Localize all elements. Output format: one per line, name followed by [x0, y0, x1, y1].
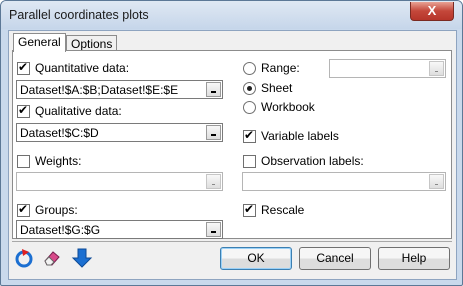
tab-general[interactable]: General: [13, 33, 66, 52]
range-radio[interactable]: [243, 62, 256, 75]
qualitative-data-label: Qualitative data:: [35, 104, 122, 118]
reset-icon: [15, 249, 33, 268]
observation-labels-checkbox[interactable]: [243, 155, 256, 168]
quantitative-data-value: Dataset!$A:$B;Dataset!$E:$E: [20, 83, 179, 97]
dialog-window: Parallel coordinates plots X General Opt…: [0, 0, 463, 286]
ok-button[interactable]: OK: [220, 247, 292, 270]
variable-labels-checkbox[interactable]: [243, 128, 256, 143]
groups-select-button[interactable]: [206, 222, 221, 237]
workbook-radio[interactable]: [243, 101, 256, 114]
sheet-radio[interactable]: [243, 82, 256, 95]
quantitative-data-label: Quantitative data:: [35, 61, 130, 75]
weights-select-button[interactable]: [206, 174, 221, 189]
down-arrow-icon: [71, 248, 93, 268]
groups-checkbox[interactable]: [17, 202, 30, 217]
range-select-button[interactable]: [429, 61, 444, 76]
groups-value: Dataset!$G:$G: [20, 223, 101, 237]
groups-label: Groups:: [35, 203, 78, 217]
qualitative-data-value: Dataset!$C:$D: [20, 126, 99, 140]
variable-labels-label: Variable labels: [261, 129, 339, 143]
quantitative-select-button[interactable]: [206, 82, 221, 97]
quantitative-data-checkbox[interactable]: [17, 60, 30, 75]
rescale-label: Rescale: [261, 203, 305, 217]
title-bar[interactable]: Parallel coordinates plots X: [1, 1, 462, 29]
observation-labels-label: Observation labels:: [261, 154, 364, 168]
range-field[interactable]: [329, 59, 446, 78]
close-button[interactable]: X: [410, 2, 454, 21]
rescale-checkbox[interactable]: [243, 202, 256, 217]
weights-field[interactable]: [16, 172, 223, 191]
cancel-button[interactable]: Cancel: [299, 247, 371, 270]
down-button[interactable]: [71, 247, 93, 269]
eraser-icon: [44, 251, 60, 266]
sheet-label: Sheet: [261, 81, 293, 95]
clear-button[interactable]: [41, 247, 63, 269]
groups-field[interactable]: Dataset!$G:$G: [16, 220, 223, 239]
workbook-label: Workbook: [261, 100, 315, 114]
tab-general-label: General: [18, 35, 61, 49]
observation-labels-select-button[interactable]: [429, 174, 444, 189]
tab-options-label: Options: [71, 37, 113, 51]
weights-label: Weights:: [35, 154, 82, 168]
general-tab-panel: Quantitative data: Dataset!$A:$B;Dataset…: [12, 50, 452, 239]
observation-labels-field[interactable]: [242, 172, 446, 191]
help-button-label: Help: [401, 251, 427, 265]
cancel-button-label: Cancel: [316, 251, 354, 265]
dialog-body: General Options Quantitative data: Datas…: [8, 30, 457, 280]
help-button[interactable]: Help: [378, 247, 450, 270]
ok-button-label: OK: [247, 251, 265, 265]
close-icon: X: [427, 3, 437, 18]
reset-button[interactable]: [13, 247, 35, 269]
qualitative-select-button[interactable]: [206, 125, 221, 140]
window-title: Parallel coordinates plots: [9, 8, 149, 22]
range-label: Range:: [261, 61, 300, 75]
weights-checkbox[interactable]: [17, 155, 30, 168]
qualitative-data-checkbox[interactable]: [17, 103, 30, 118]
quantitative-data-field[interactable]: Dataset!$A:$B;Dataset!$E:$E: [16, 80, 223, 99]
qualitative-data-field[interactable]: Dataset!$C:$D: [16, 123, 223, 142]
footer-separator: [12, 241, 452, 242]
